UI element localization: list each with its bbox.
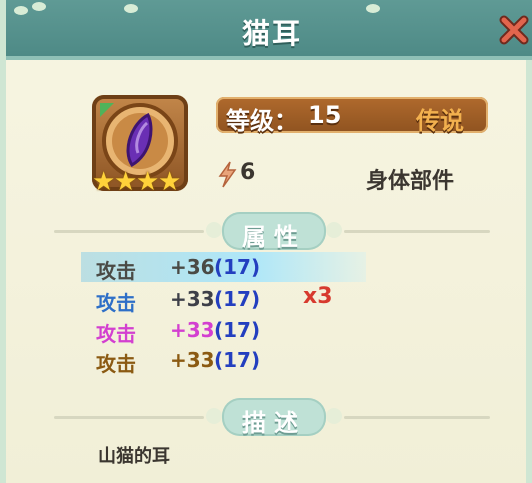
leaf-decoration	[32, 2, 46, 11]
star-icon: ★	[114, 167, 138, 197]
power-value: 6	[240, 160, 256, 185]
star-icon: ★	[136, 167, 160, 197]
stat-level: (17)	[214, 318, 261, 342]
item-detail-panel: 猫耳 ★ ★ ★ ★ 等级： 15 传说 6 身体部件 属性 攻击 +36 (1…	[0, 0, 532, 483]
item-name-title: 猫耳	[241, 17, 302, 50]
stat-row: 攻击 +36 (17)	[96, 255, 336, 283]
stat-level: (17)	[214, 255, 261, 279]
description-pill: 描述	[222, 398, 326, 437]
stat-bonus: +33	[170, 348, 215, 372]
description-title: 描述	[242, 409, 306, 437]
stat-row: 攻击 +33 (17)	[96, 287, 336, 315]
attributes-title: 属性	[242, 223, 306, 251]
level-label: 等级：	[226, 107, 298, 135]
level-value: 15	[308, 101, 342, 129]
divider-ornament	[326, 408, 342, 424]
star-rating: ★ ★ ★ ★	[92, 167, 192, 197]
level-bar: 等级： 15 传说	[216, 97, 488, 135]
divider	[344, 230, 490, 233]
stat-row: 攻击 +33 (17)	[96, 348, 336, 376]
item-description: 山猫的耳	[98, 446, 170, 467]
item-type-label: 身体部件	[366, 169, 455, 194]
stat-bonus: +33	[170, 287, 215, 311]
star-icon: ★	[158, 167, 182, 197]
attributes-section-header: 属性	[54, 212, 490, 251]
panel-header: 猫耳	[6, 0, 532, 60]
star-icon: ★	[92, 167, 116, 197]
attributes-pill: 属性	[222, 212, 326, 251]
stat-name: 攻击	[96, 322, 136, 346]
divider-ornament	[326, 222, 342, 238]
stat-level: (17)	[214, 287, 261, 311]
rarity-label: 传说	[416, 107, 464, 135]
close-icon	[499, 15, 529, 45]
description-section-header: 描述	[54, 398, 490, 437]
stat-bonus: +36	[170, 255, 215, 279]
stat-bonus: +33	[170, 318, 215, 342]
stat-multiplier: x3	[303, 284, 333, 309]
lightning-icon	[218, 161, 237, 188]
divider-ornament	[206, 222, 222, 238]
stat-name: 攻击	[96, 259, 136, 283]
divider	[54, 230, 204, 233]
stat-level: (17)	[214, 348, 261, 372]
stat-name: 攻击	[96, 291, 136, 315]
divider-ornament	[206, 408, 222, 424]
divider	[344, 416, 490, 419]
divider	[54, 416, 204, 419]
stat-name: 攻击	[96, 352, 136, 376]
close-button[interactable]	[496, 12, 532, 48]
stat-row: 攻击 +33 (17)	[96, 318, 336, 346]
